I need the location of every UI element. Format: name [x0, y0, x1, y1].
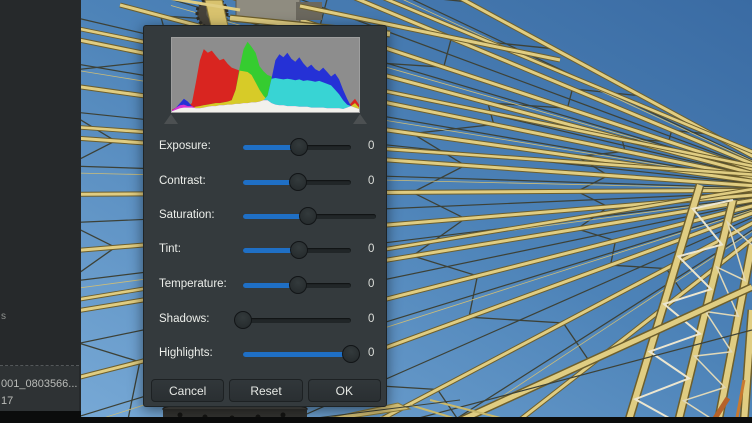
tint-slider[interactable]	[243, 248, 351, 253]
dialog-button-row: CancelReset OK	[151, 379, 381, 402]
temperature-slider-thumb[interactable]	[289, 276, 307, 294]
tint-slider-thumb[interactable]	[290, 241, 308, 259]
highlights-value: 0	[368, 347, 374, 359]
contrast-slider[interactable]	[243, 180, 351, 185]
saturation-slider-thumb[interactable]	[299, 207, 317, 225]
temperature-slider[interactable]	[243, 283, 351, 288]
shadows-slider-thumb[interactable]	[234, 311, 252, 329]
sidebar: s 001_0803566... 17	[0, 0, 81, 423]
temperature-label: Temperature:	[159, 278, 227, 290]
file-list-item[interactable]: 001_0803566... 17	[0, 366, 79, 411]
slider-row-exposure: Exposure: 0	[144, 137, 388, 157]
shadows-value: 0	[368, 313, 374, 325]
exposure-label: Exposure:	[159, 140, 211, 152]
histogram-black-point-marker[interactable]	[164, 114, 178, 124]
slider-row-tint: Tint: 0	[144, 240, 388, 260]
slider-row-saturation: Saturation:	[144, 206, 388, 226]
slider-row-highlights: Highlights: 0	[144, 344, 388, 364]
histogram	[171, 37, 360, 113]
bottom-status-strip	[0, 417, 752, 423]
saturation-slider[interactable]	[243, 214, 376, 219]
exposure-slider[interactable]	[243, 145, 351, 150]
reset-button[interactable]: Reset	[229, 379, 302, 402]
adjust-colors-dialog: Exposure:0Contrast:0Saturation:Tint:0Tem…	[143, 25, 387, 407]
file-subtext-label: 17	[1, 395, 13, 407]
slider-row-temperature: Temperature: 0	[144, 275, 388, 295]
shadows-slider[interactable]	[243, 318, 351, 323]
saturation-label: Saturation:	[159, 209, 215, 221]
slider-row-shadows: Shadows: 0	[144, 310, 388, 330]
contrast-label: Contrast:	[159, 175, 206, 187]
exposure-value: 0	[368, 140, 374, 152]
highlights-label: Highlights:	[159, 347, 213, 359]
histogram-white-point-marker[interactable]	[353, 114, 367, 124]
file-name-label: 001_0803566...	[1, 378, 77, 390]
temperature-value: 0	[368, 278, 374, 290]
slider-row-contrast: Contrast: 0	[144, 172, 388, 192]
cancel-button[interactable]: Cancel	[151, 379, 224, 402]
tint-value: 0	[368, 243, 374, 255]
contrast-slider-thumb[interactable]	[289, 173, 307, 191]
exposure-slider-thumb[interactable]	[290, 138, 308, 156]
ok-button[interactable]: OK	[308, 379, 381, 402]
highlights-slider-thumb[interactable]	[342, 345, 360, 363]
shadows-label: Shadows:	[159, 313, 210, 325]
highlights-slider[interactable]	[243, 352, 351, 357]
sidebar-label-fragment: s	[1, 311, 6, 322]
contrast-value: 0	[368, 175, 374, 187]
highlights-slider-fill	[243, 352, 351, 357]
tint-label: Tint:	[159, 243, 181, 255]
